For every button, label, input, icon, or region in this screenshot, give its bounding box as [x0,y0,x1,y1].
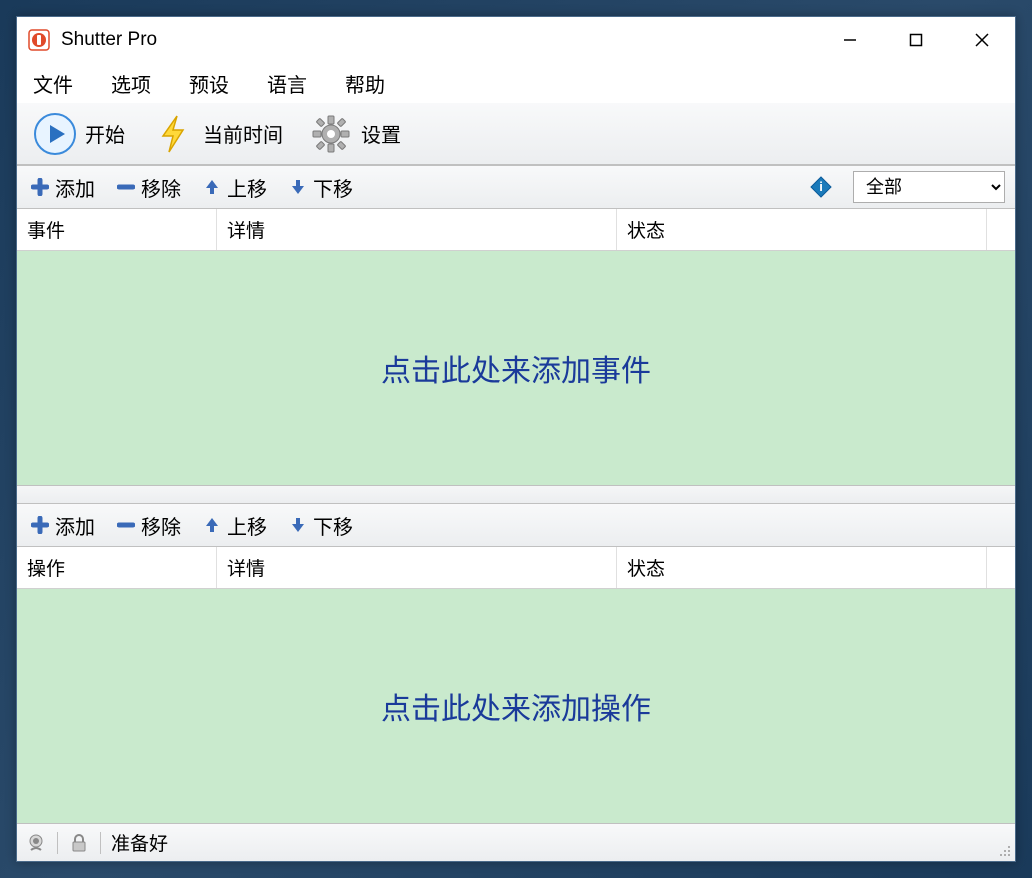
events-toolbar: 添加 移除 上移 下移 i 全部 [17,165,1015,209]
actions-col-extra [987,547,1015,588]
minus-icon [117,178,135,196]
actions-remove-label: 移除 [141,511,181,540]
menu-options[interactable]: 选项 [105,65,157,102]
events-moveup-label: 上移 [227,173,267,202]
actions-add-button[interactable]: 添加 [27,509,99,542]
menu-help[interactable]: 帮助 [339,65,391,102]
arrow-up-icon [203,516,221,534]
actions-moveup-label: 上移 [227,511,267,540]
events-remove-button[interactable]: 移除 [113,171,185,204]
status-text: 准备好 [111,829,168,856]
actions-movedown-button[interactable]: 下移 [285,509,357,542]
lightning-icon [151,112,195,156]
plus-icon [31,178,49,196]
current-time-button[interactable]: 当前时间 [147,108,287,160]
arrow-down-icon [289,516,307,534]
menu-language[interactable]: 语言 [261,65,313,102]
actions-movedown-label: 下移 [313,511,353,540]
actions-empty-area[interactable]: 点击此处来添加操作 [17,589,1015,823]
actions-col-action[interactable]: 操作 [17,547,217,588]
events-movedown-button[interactable]: 下移 [285,171,357,204]
events-empty-area[interactable]: 点击此处来添加事件 [17,251,1015,485]
menu-file[interactable]: 文件 [27,65,79,102]
window-controls [817,18,1015,62]
statusbar: 准备好 [17,823,1015,861]
actions-remove-button[interactable]: 移除 [113,509,185,542]
events-movedown-label: 下移 [313,173,353,202]
arrow-down-icon [289,178,307,196]
events-table-header: 事件 详情 状态 [17,209,1015,251]
actions-add-label: 添加 [55,511,95,540]
events-add-button[interactable]: 添加 [27,171,99,204]
events-col-status[interactable]: 状态 [617,209,987,250]
minimize-button[interactable] [817,18,883,62]
events-add-label: 添加 [55,173,95,202]
main-toolbar: 开始 当前时间 [17,103,1015,165]
actions-table-header: 操作 详情 状态 [17,547,1015,589]
app-window: Shutter Pro 文件 选项 预设 语言 帮助 [16,16,1016,862]
status-separator [100,832,101,854]
lock-icon[interactable] [68,832,90,854]
events-info-icon[interactable]: i [809,175,833,199]
menubar: 文件 选项 预设 语言 帮助 [17,63,1015,103]
resize-grip[interactable] [997,843,1011,857]
events-moveup-button[interactable]: 上移 [199,171,271,204]
settings-button[interactable]: 设置 [305,108,405,160]
actions-col-details[interactable]: 详情 [217,547,617,588]
app-icon [27,28,51,52]
gear-icon [309,112,353,156]
events-col-extra [987,209,1015,250]
arrow-up-icon [203,178,221,196]
actions-toolbar: 添加 移除 上移 下移 [17,503,1015,547]
current-time-label: 当前时间 [203,119,283,148]
actions-col-status[interactable]: 状态 [617,547,987,588]
menu-presets[interactable]: 预设 [183,65,235,102]
status-separator [57,832,58,854]
svg-text:i: i [819,179,823,194]
settings-label: 设置 [361,119,401,148]
events-filter-select[interactable]: 全部 [853,171,1005,203]
events-remove-label: 移除 [141,173,181,202]
minus-icon [117,516,135,534]
maximize-button[interactable] [883,18,949,62]
section-gap [17,485,1015,503]
titlebar: Shutter Pro [17,17,1015,63]
events-col-event[interactable]: 事件 [17,209,217,250]
webcam-icon[interactable] [25,832,47,854]
app-title: Shutter Pro [61,29,817,51]
start-button[interactable]: 开始 [29,108,129,160]
close-button[interactable] [949,18,1015,62]
actions-moveup-button[interactable]: 上移 [199,509,271,542]
plus-icon [31,516,49,534]
events-col-details[interactable]: 详情 [217,209,617,250]
play-icon [33,112,77,156]
start-label: 开始 [85,119,125,148]
